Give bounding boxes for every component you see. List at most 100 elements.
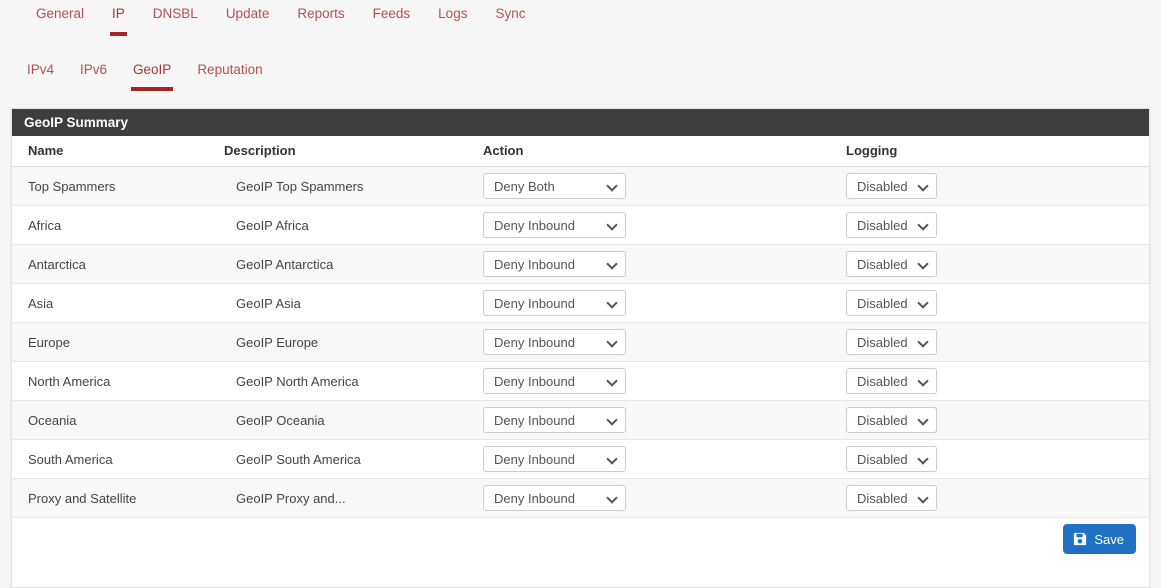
action-select[interactable]: Deny Both xyxy=(483,173,626,199)
chevron-down-icon xyxy=(608,454,618,464)
chevron-down-icon xyxy=(919,376,929,386)
cell-name: Proxy and Satellite xyxy=(12,478,224,518)
logging-select[interactable]: Disabled xyxy=(846,407,937,433)
action-select[interactable]: Deny Inbound xyxy=(483,251,626,277)
logging-select-wrapper: Disabled xyxy=(832,329,1149,355)
logging-select-wrapper: Disabled xyxy=(832,212,1149,238)
primary-tab-dnsbl[interactable]: DNSBL xyxy=(139,0,212,24)
cell-description: GeoIP North America xyxy=(224,361,468,401)
cell-description-text: GeoIP Asia xyxy=(236,295,301,311)
action-select-value: Deny Inbound xyxy=(494,334,575,350)
cell-logging: Disabled xyxy=(832,283,1149,323)
chevron-down-icon xyxy=(608,181,618,191)
logging-select[interactable]: Disabled xyxy=(846,329,937,355)
cell-action: Deny Inbound xyxy=(468,478,832,518)
table-row: Oceania GeoIP Oceania Deny Inbound Disabled xyxy=(12,400,1149,440)
action-select-wrapper: Deny Inbound xyxy=(468,485,832,511)
primary-tab-reports[interactable]: Reports xyxy=(283,0,358,24)
action-select[interactable]: Deny Inbound xyxy=(483,368,626,394)
action-select-value: Deny Inbound xyxy=(494,256,575,272)
cell-action: Deny Inbound xyxy=(468,439,832,479)
primary-nav-bar: General IP DNSBL Update Reports Feeds Logs Sync xyxy=(0,0,1161,44)
cell-action: Deny Inbound xyxy=(468,361,832,401)
logging-select-wrapper: Disabled xyxy=(832,173,1149,199)
action-select-value: Deny Inbound xyxy=(494,490,575,506)
logging-select[interactable]: Disabled xyxy=(846,290,937,316)
table-row: Antarctica GeoIP Antarctica Deny Inbound Di… xyxy=(12,244,1149,284)
action-select[interactable]: Deny Inbound xyxy=(483,329,626,355)
secondary-tab-geoip[interactable]: GeoIP xyxy=(120,56,184,91)
logging-select[interactable]: Disabled xyxy=(846,251,937,277)
chevron-down-icon xyxy=(919,220,929,230)
logging-select[interactable]: Disabled xyxy=(846,212,937,238)
action-select[interactable]: Deny Inbound xyxy=(483,290,626,316)
table-row: South America GeoIP South America Deny Inb… xyxy=(12,439,1149,479)
cell-action: Deny Inbound xyxy=(468,244,832,284)
cell-description: GeoIP Proxy and... xyxy=(224,478,468,518)
table-header-row: Name Description Action Logging xyxy=(12,136,1149,167)
primary-tab-sync[interactable]: Sync xyxy=(481,0,539,24)
geoip-table: Name Description Action Logging Top Spam… xyxy=(12,136,1149,518)
chevron-down-icon xyxy=(919,298,929,308)
primary-tab-ip[interactable]: IP xyxy=(98,0,139,36)
column-header-action: Action xyxy=(468,136,832,167)
chevron-down-icon xyxy=(919,337,929,347)
cell-description-text: GeoIP Top Spammers xyxy=(236,178,364,194)
primary-tab-general[interactable]: General xyxy=(22,0,98,24)
logging-select-value: Disabled xyxy=(857,373,908,389)
action-select[interactable]: Deny Inbound xyxy=(483,485,626,511)
chevron-down-icon xyxy=(919,181,929,191)
cell-logging: Disabled xyxy=(832,322,1149,362)
cell-description: GeoIP Top Spammers xyxy=(224,166,468,206)
logging-select-wrapper: Disabled xyxy=(832,407,1149,433)
cell-description-text: GeoIP South America xyxy=(236,451,361,467)
action-select[interactable]: Deny Inbound xyxy=(483,446,626,472)
panel-title: GeoIP Summary xyxy=(12,109,1149,136)
save-button[interactable]: Save xyxy=(1063,524,1136,554)
table-row: North America GeoIP North America Deny Inb… xyxy=(12,361,1149,401)
logging-select[interactable]: Disabled xyxy=(846,485,937,511)
cell-description-text: GeoIP North America xyxy=(236,373,359,389)
logging-select[interactable]: Disabled xyxy=(846,446,937,472)
action-select[interactable]: Deny Inbound xyxy=(483,407,626,433)
action-select-value: Deny Both xyxy=(494,178,555,194)
column-header-action-label: Action xyxy=(483,143,524,158)
save-floppy-icon xyxy=(1073,532,1087,546)
logging-select[interactable]: Disabled xyxy=(846,173,937,199)
action-select-value: Deny Inbound xyxy=(494,295,575,311)
column-header-name: Name xyxy=(12,136,224,167)
logging-select-value: Disabled xyxy=(857,334,908,350)
secondary-tab-reputation[interactable]: Reputation xyxy=(184,56,275,80)
action-select-wrapper: Deny Inbound xyxy=(468,290,832,316)
logging-select-value: Disabled xyxy=(857,256,908,272)
action-select-wrapper: Deny Inbound xyxy=(468,251,832,277)
cell-logging: Disabled xyxy=(832,205,1149,245)
cell-name: North America xyxy=(12,361,224,401)
logging-select-value: Disabled xyxy=(857,178,908,194)
chevron-down-icon xyxy=(608,376,618,386)
chevron-down-icon xyxy=(919,454,929,464)
secondary-tab-ipv4[interactable]: IPv4 xyxy=(14,56,67,80)
cell-action: Deny Inbound xyxy=(468,400,832,440)
cell-logging: Disabled xyxy=(832,166,1149,206)
logging-select[interactable]: Disabled xyxy=(846,368,937,394)
cell-description: GeoIP Oceania xyxy=(224,400,468,440)
primary-tab-feeds[interactable]: Feeds xyxy=(359,0,425,24)
cell-action: Deny Both xyxy=(468,166,832,206)
cell-name: Europe xyxy=(12,322,224,362)
secondary-tab-ipv6[interactable]: IPv6 xyxy=(67,56,120,80)
cell-description: GeoIP Africa xyxy=(224,205,468,245)
action-select-wrapper: Deny Inbound xyxy=(468,407,832,433)
logging-select-wrapper: Disabled xyxy=(832,485,1149,511)
column-header-logging: Logging xyxy=(832,136,1149,167)
action-select-wrapper: Deny Inbound xyxy=(468,212,832,238)
primary-tab-update[interactable]: Update xyxy=(212,0,284,24)
action-select[interactable]: Deny Inbound xyxy=(483,212,626,238)
logging-select-value: Disabled xyxy=(857,490,908,506)
cell-name: Oceania xyxy=(12,400,224,440)
action-select-value: Deny Inbound xyxy=(494,451,575,467)
primary-tab-logs[interactable]: Logs xyxy=(424,0,481,24)
chevron-down-icon xyxy=(919,415,929,425)
action-select-wrapper: Deny Inbound xyxy=(468,329,832,355)
column-header-logging-label: Logging xyxy=(846,143,898,158)
